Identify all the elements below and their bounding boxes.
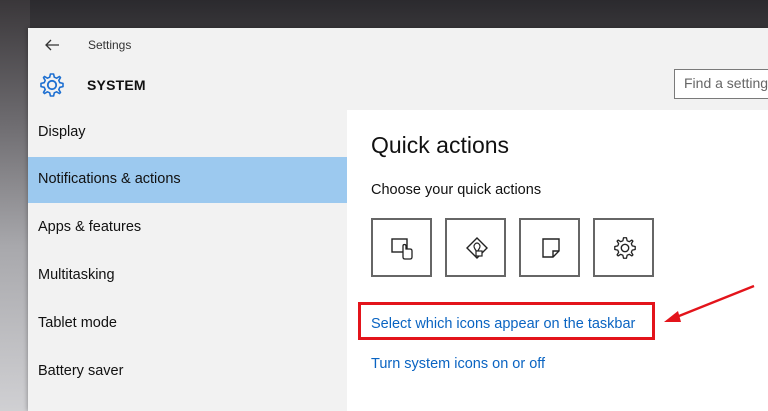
all-settings-gear-icon xyxy=(614,237,636,259)
sidebar-item-label: Display xyxy=(38,124,86,140)
quick-action-tile-all-settings[interactable] xyxy=(593,218,654,277)
quick-action-tile-location[interactable] xyxy=(445,218,506,277)
sidebar-item-label: Notifications & actions xyxy=(38,171,181,187)
sidebar-item-label: Multitasking xyxy=(38,267,115,283)
search-input[interactable] xyxy=(684,75,768,91)
window-title: Settings xyxy=(88,38,132,52)
sidebar-item-multitasking[interactable]: Multitasking xyxy=(28,253,347,299)
sidebar-item-display[interactable]: Display xyxy=(28,110,347,156)
back-button[interactable] xyxy=(40,34,64,56)
sidebar: Display Notifications & actions Apps & f… xyxy=(28,110,347,411)
search-box[interactable] xyxy=(674,69,768,99)
page-subtitle: Choose your quick actions xyxy=(371,182,542,198)
location-icon xyxy=(466,237,488,259)
sidebar-item-apps-features[interactable]: Apps & features xyxy=(28,205,347,251)
sidebar-item-tablet-mode[interactable]: Tablet mode xyxy=(28,301,347,347)
section-title: SYSTEM xyxy=(87,77,146,93)
sidebar-item-battery-saver[interactable]: Battery saver xyxy=(28,349,347,395)
sidebar-item-notifications-actions[interactable]: Notifications & actions xyxy=(28,157,347,203)
back-arrow-icon xyxy=(45,39,59,51)
sidebar-item-label: Tablet mode xyxy=(38,315,117,331)
quick-action-tile-tablet-mode[interactable] xyxy=(371,218,432,277)
annotation-arrow-icon xyxy=(664,284,755,322)
sidebar-item-label: Battery saver xyxy=(38,363,124,379)
desktop-background xyxy=(0,0,30,411)
settings-header: SYSTEM xyxy=(28,62,768,110)
quick-action-tile-note[interactable] xyxy=(519,218,580,277)
settings-window: Settings SYSTEM Display Notifications & … xyxy=(28,28,768,411)
title-bar: Settings xyxy=(28,28,768,62)
tablet-mode-icon xyxy=(391,238,413,260)
sidebar-item-label: Apps & features xyxy=(38,219,142,235)
main-content: Quick actions Choose your quick actions xyxy=(347,110,768,411)
turn-system-icons-link[interactable]: Turn system icons on or off xyxy=(371,356,545,372)
note-icon xyxy=(542,238,560,258)
select-taskbar-icons-link[interactable]: Select which icons appear on the taskbar xyxy=(371,316,635,332)
system-gear-icon xyxy=(40,73,64,97)
page-title: Quick actions xyxy=(371,132,510,158)
